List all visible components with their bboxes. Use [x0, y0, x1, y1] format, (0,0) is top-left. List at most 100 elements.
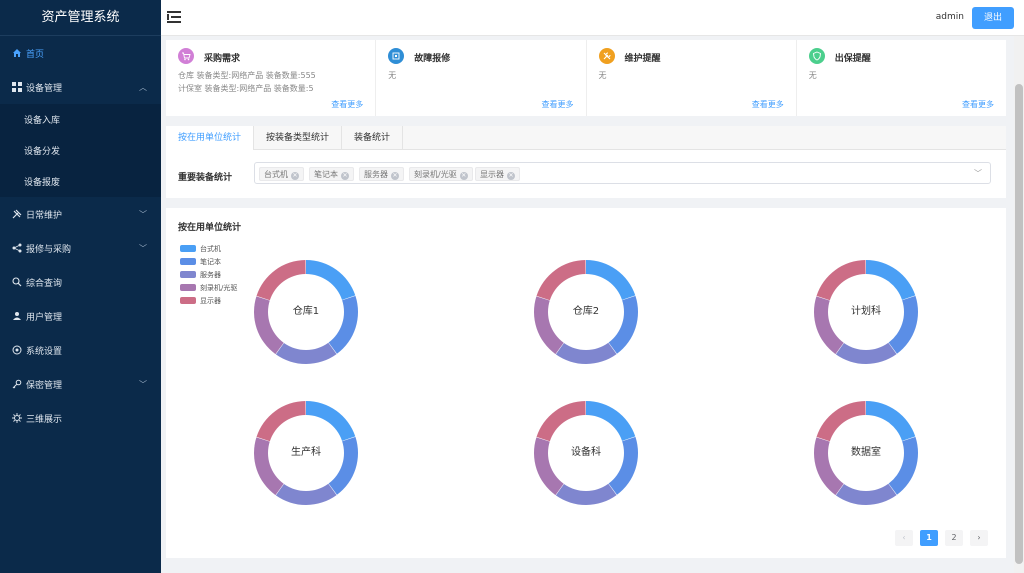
card-line: 无 — [598, 71, 607, 80]
sidebar-subitem-device-inbound[interactable]: 设备入库 — [0, 104, 161, 135]
card-warranty-reminders: 出保提醒 无 查看更多 — [797, 40, 1006, 116]
sidebar-item-device-management[interactable]: 设备管理 ︿ — [0, 70, 161, 104]
card-line: 计保室 装备类型:网络产品 装备数量:5 — [178, 84, 314, 93]
donut-chart[interactable]: 计划科 — [811, 257, 921, 367]
legend-swatch — [180, 271, 196, 278]
tag-close-icon[interactable]: ✕ — [341, 172, 349, 180]
sidebar-item-label: 保密管理 — [26, 380, 63, 391]
sidebar-item-daily-maintenance[interactable]: 日常维护 ﹀ — [0, 197, 161, 231]
sidebar-item-user-management[interactable]: 用户管理 — [0, 299, 161, 333]
page-scrollbar[interactable] — [1014, 36, 1024, 573]
chevron-down-icon: ﹀ — [974, 169, 982, 178]
tag-close-icon[interactable]: ✕ — [459, 172, 468, 180]
tab-by-type[interactable]: 按装备类型统计 — [254, 126, 343, 150]
donut-chart[interactable]: 仓库2 — [531, 257, 641, 367]
next-page-button[interactable]: › — [970, 530, 988, 546]
card-purchase-requests: 采购需求 仓库 装备类型:网络产品 装备数量:555 计保室 装备类型:网络产品… — [166, 40, 377, 116]
card-title: 出保提醒 — [834, 54, 871, 64]
legend-swatch — [180, 284, 196, 291]
donut-label: 数据室 — [851, 447, 881, 458]
legend-item[interactable]: 显示器 — [180, 294, 237, 307]
chart-legend: 台式机笔记本服务器刻录机/光驱 显示器 — [180, 242, 237, 307]
legend-label: 显示器 — [200, 296, 221, 305]
tab-equipment[interactable]: 装备统计 — [342, 126, 404, 150]
gear-icon — [12, 413, 22, 423]
equipment-multiselect[interactable]: 台式机 ✕ 笔记本 ✕ 服务器 ✕ 刻录机/光驱 ✕ 显示器 ✕ ﹀ — [254, 162, 991, 184]
legend-label: 台式机 — [200, 244, 221, 253]
donut-chart[interactable]: 数据室 — [811, 398, 921, 508]
donut-label: 计划科 — [851, 306, 881, 317]
sidebar-subitem-device-distribution[interactable]: 设备分发 — [0, 135, 161, 166]
legend-label: 笔记本 — [200, 257, 221, 266]
settings-icon — [12, 345, 22, 355]
donut-label: 设备科 — [571, 447, 601, 458]
sidebar-item-label: 报修与采购 — [26, 244, 72, 255]
view-more-link[interactable]: 查看更多 — [962, 99, 994, 110]
chevron-down-icon: ﹀ — [139, 244, 147, 253]
donut-chart[interactable]: 仓库1 — [251, 257, 361, 367]
sidebar-item-home[interactable]: 首页 — [0, 36, 161, 70]
view-more-link[interactable]: 查看更多 — [752, 99, 784, 110]
sidebar-item-security[interactable]: 保密管理 ﹀ — [0, 367, 161, 401]
sidebar-item-repair-purchase[interactable]: 报修与采购 ﹀ — [0, 231, 161, 265]
chevron-down-icon: ﹀ — [139, 380, 147, 389]
tag-server: 服务器 ✕ — [359, 167, 404, 181]
sidebar-item-label: 首页 — [26, 49, 45, 60]
tag-label: 显示器 — [480, 170, 504, 179]
cart-icon — [178, 48, 194, 64]
menu-toggle-icon[interactable] — [167, 10, 183, 24]
card-title: 故障报修 — [414, 54, 451, 64]
tab-bar: 按在用单位统计 按装备类型统计 装备统计 — [166, 126, 1006, 150]
tab-by-unit[interactable]: 按在用单位统计 — [166, 126, 255, 150]
users-icon — [12, 311, 22, 321]
legend-item[interactable]: 笔记本 — [180, 255, 237, 268]
legend-item[interactable]: 服务器 — [180, 268, 237, 281]
sidebar-item-label: 用户管理 — [26, 312, 63, 323]
scrollbar-thumb[interactable] — [1015, 84, 1023, 564]
legend-swatch — [180, 258, 196, 265]
prev-page-button[interactable]: ‹ — [895, 530, 913, 546]
tag-close-icon[interactable]: ✕ — [391, 172, 399, 180]
sidebar-item-label: 系统设置 — [26, 346, 63, 357]
sidebar-item-query[interactable]: 综合查询 — [0, 265, 161, 299]
page-2-button[interactable]: 2 — [945, 530, 963, 546]
view-more-link[interactable]: 查看更多 — [331, 99, 363, 110]
chevron-up-icon: ︿ — [139, 83, 147, 92]
repair-icon — [388, 48, 405, 64]
donut-chart[interactable]: 设备科 — [531, 398, 641, 508]
card-line: 无 — [808, 71, 817, 80]
tag-close-icon[interactable]: ✕ — [291, 172, 299, 180]
main-content: 采购需求 仓库 装备类型:网络产品 装备数量:555 计保室 装备类型:网络产品… — [166, 36, 1007, 573]
legend-swatch — [180, 297, 196, 304]
key-icon — [12, 379, 22, 389]
sidebar: 资产管理系统 首页 设备管理 ︿ 设备入库 设备分发 设备报废 日常维护 ﹀ 报… — [0, 0, 161, 573]
search-icon — [12, 277, 22, 287]
donut-chart[interactable]: 生产科 — [251, 398, 361, 508]
current-user: admin — [935, 12, 964, 22]
page-1-button[interactable]: 1 — [920, 530, 938, 546]
donut-label: 仓库1 — [292, 306, 320, 317]
shield-icon — [808, 48, 825, 64]
top-header: admin 退出 — [161, 0, 1024, 36]
tag-close-icon[interactable]: ✕ — [507, 172, 515, 180]
chart-section-title: 按在用单位统计 — [178, 223, 242, 233]
donut-label: 生产科 — [291, 447, 321, 458]
donut-label: 仓库2 — [572, 306, 600, 317]
sidebar-subitem-device-scrap[interactable]: 设备报废 — [0, 166, 161, 197]
notification-cards: 采购需求 仓库 装备类型:网络产品 装备数量:555 计保室 装备类型:网络产品… — [166, 40, 1006, 116]
sidebar-item-label: 设备管理 — [26, 83, 63, 94]
home-icon — [12, 48, 22, 58]
tag-monitor: 显示器 ✕ — [475, 167, 520, 181]
legend-label: 服务器 — [200, 270, 221, 279]
sidebar-item-system-settings[interactable]: 系统设置 — [0, 333, 161, 367]
tag-label: 台式机 — [264, 170, 288, 179]
tag-label: 服务器 — [364, 170, 388, 179]
legend-item[interactable]: 台式机 — [180, 242, 237, 255]
logout-button[interactable]: 退出 — [972, 7, 1014, 29]
sidebar-item-3d-view[interactable]: 三维展示 — [0, 401, 161, 435]
chart-panel: 按在用单位统计 台式机笔记本服务器刻录机/光驱 显示器 仓库1 仓库2 计划科生产科 设… — [166, 208, 1006, 558]
legend-item[interactable]: 刻录机/光驱 — [180, 281, 237, 294]
legend-label: 刻录机/光驱 — [200, 283, 238, 292]
card-title: 采购需求 — [204, 54, 241, 64]
view-more-link[interactable]: 查看更多 — [542, 99, 574, 110]
